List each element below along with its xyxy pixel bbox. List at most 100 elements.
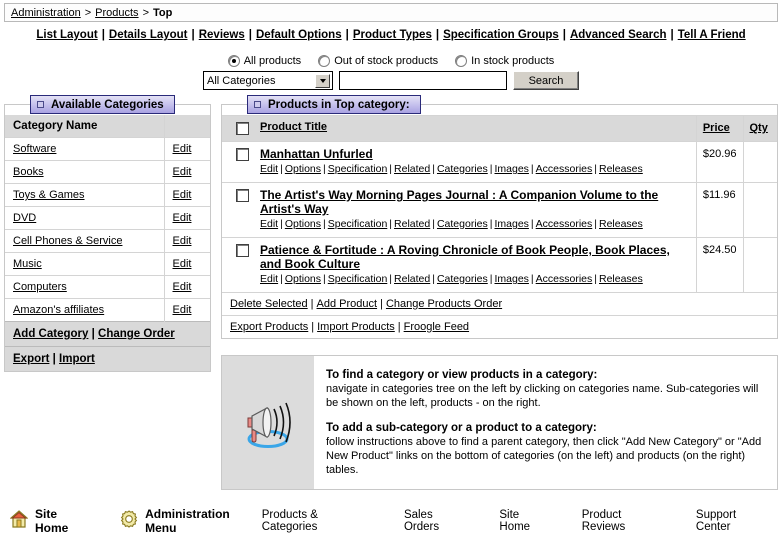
sort-by-title-link[interactable]: Product Title <box>260 121 327 133</box>
category-name-cell: Computers <box>5 276 164 299</box>
product-edit-link[interactable]: Edit <box>260 273 278 285</box>
breadcrumb-link-administration[interactable]: Administration <box>11 7 81 19</box>
bottom-link-site-home[interactable]: Site Home <box>499 509 551 533</box>
row-checkbox[interactable] <box>236 189 249 202</box>
product-images-link[interactable]: Images <box>494 273 528 285</box>
site-home-button[interactable]: Site Home <box>10 507 92 535</box>
select-all-cell <box>222 116 254 142</box>
bottom-link-products-categories[interactable]: Products & Categories <box>262 509 374 533</box>
category-link-computers[interactable]: Computers <box>13 281 67 293</box>
category-select[interactable]: All Categories <box>203 71 333 90</box>
product-accessories-link[interactable]: Accessories <box>536 218 593 230</box>
product-edit-link[interactable]: Edit <box>260 163 278 175</box>
product-categories-link[interactable]: Categories <box>437 218 488 230</box>
nav-specification-groups[interactable]: Specification Groups <box>443 29 559 41</box>
add-category-link[interactable]: Add Category <box>13 328 88 340</box>
bottom-link-product-reviews[interactable]: Product Reviews <box>582 509 666 533</box>
product-images-link[interactable]: Images <box>494 218 528 230</box>
radio-out-of-stock-label: Out of stock products <box>334 55 438 67</box>
category-link-books[interactable]: Books <box>13 166 44 178</box>
breadcrumb-link-products[interactable]: Products <box>95 7 138 19</box>
nav-reviews[interactable]: Reviews <box>199 29 245 41</box>
sort-by-qty-link[interactable]: Qty <box>750 122 768 134</box>
product-related-link[interactable]: Related <box>394 273 430 285</box>
nav-separator: | <box>670 29 673 41</box>
export-categories-link[interactable]: Export <box>13 353 49 365</box>
nav-advanced-search[interactable]: Advanced Search <box>570 29 667 41</box>
add-product-link[interactable]: Add Product <box>317 298 378 310</box>
edit-link[interactable]: Edit <box>173 143 192 155</box>
change-order-link[interactable]: Change Order <box>98 328 175 340</box>
available-categories-header: Available Categories <box>30 95 175 114</box>
radio-out-of-stock-indicator[interactable] <box>318 55 330 67</box>
collapse-box-icon[interactable] <box>37 101 44 108</box>
product-releases-link[interactable]: Releases <box>599 163 643 175</box>
product-link[interactable]: Patience & Fortitude : A Roving Chronicl… <box>260 243 670 271</box>
product-related-link[interactable]: Related <box>394 218 430 230</box>
category-link-software[interactable]: Software <box>13 143 56 155</box>
edit-link[interactable]: Edit <box>173 281 192 293</box>
product-edit-link[interactable]: Edit <box>260 218 278 230</box>
nav-tell-a-friend[interactable]: Tell A Friend <box>678 29 746 41</box>
radio-out-of-stock-products[interactable]: Out of stock products <box>318 55 438 67</box>
product-specification-link[interactable]: Specification <box>328 163 388 175</box>
export-products-link[interactable]: Export Products <box>230 321 308 333</box>
edit-link[interactable]: Edit <box>173 166 192 178</box>
administration-menu-button[interactable]: Administration Menu <box>120 507 262 535</box>
edit-link[interactable]: Edit <box>173 212 192 224</box>
edit-link[interactable]: Edit <box>173 258 192 270</box>
product-categories-link[interactable]: Categories <box>437 163 488 175</box>
product-related-link[interactable]: Related <box>394 163 430 175</box>
nav-details-layout[interactable]: Details Layout <box>109 29 188 41</box>
change-products-order-link[interactable]: Change Products Order <box>386 298 502 310</box>
product-link[interactable]: The Artist's Way Morning Pages Journal :… <box>260 188 658 216</box>
radio-all-products-indicator[interactable] <box>228 55 240 67</box>
category-edit-cell: Edit <box>164 276 210 299</box>
product-images-link[interactable]: Images <box>494 163 528 175</box>
separator: | <box>311 298 314 310</box>
bottom-link-support-center[interactable]: Support Center <box>696 509 772 533</box>
product-options-link[interactable]: Options <box>285 218 321 230</box>
collapse-box-icon[interactable] <box>254 101 261 108</box>
import-categories-link[interactable]: Import <box>59 353 95 365</box>
chevron-down-icon[interactable] <box>315 74 330 88</box>
nav-default-options[interactable]: Default Options <box>256 29 342 41</box>
row-checkbox[interactable] <box>236 244 249 257</box>
product-options-link[interactable]: Options <box>285 163 321 175</box>
category-link-dvd[interactable]: DVD <box>13 212 36 224</box>
product-options-link[interactable]: Options <box>285 273 321 285</box>
bottom-link-sales-orders[interactable]: Sales Orders <box>404 509 469 533</box>
product-specification-link[interactable]: Specification <box>328 273 388 285</box>
product-accessories-link[interactable]: Accessories <box>536 273 593 285</box>
product-categories-link[interactable]: Categories <box>437 273 488 285</box>
nav-list-layout[interactable]: List Layout <box>36 29 97 41</box>
category-link-cell-phones-and-service[interactable]: Cell Phones & Service <box>13 235 122 247</box>
product-releases-link[interactable]: Releases <box>599 218 643 230</box>
product-releases-link[interactable]: Releases <box>599 273 643 285</box>
row-checkbox[interactable] <box>236 148 249 161</box>
search-button[interactable]: Search <box>513 71 579 90</box>
radio-all-products[interactable]: All products <box>228 55 301 67</box>
radio-in-stock-products[interactable]: In stock products <box>455 55 554 67</box>
row-select-cell <box>222 183 254 238</box>
import-products-link[interactable]: Import Products <box>317 321 395 333</box>
froogle-feed-link[interactable]: Froogle Feed <box>404 321 469 333</box>
edit-link[interactable]: Edit <box>173 304 192 316</box>
edit-link[interactable]: Edit <box>173 235 192 247</box>
product-link[interactable]: Manhattan Unfurled <box>260 147 373 161</box>
search-input[interactable] <box>339 71 507 90</box>
product-actions: Edit|Options|Specification|Related|Categ… <box>260 273 690 286</box>
product-qty-cell <box>743 183 777 238</box>
category-link-music[interactable]: Music <box>13 258 42 270</box>
sort-by-price-link[interactable]: Price <box>703 122 730 134</box>
product-specification-link[interactable]: Specification <box>328 218 388 230</box>
select-all-checkbox[interactable] <box>236 122 249 135</box>
nav-product-types[interactable]: Product Types <box>353 29 432 41</box>
category-link-amazons-affiliates[interactable]: Amazon's affiliates <box>13 304 104 316</box>
edit-link[interactable]: Edit <box>173 189 192 201</box>
radio-in-stock-indicator[interactable] <box>455 55 467 67</box>
category-link-toys-and-games[interactable]: Toys & Games <box>13 189 85 201</box>
nav-separator: | <box>249 29 252 41</box>
delete-selected-link[interactable]: Delete Selected <box>230 298 308 310</box>
product-accessories-link[interactable]: Accessories <box>536 163 593 175</box>
